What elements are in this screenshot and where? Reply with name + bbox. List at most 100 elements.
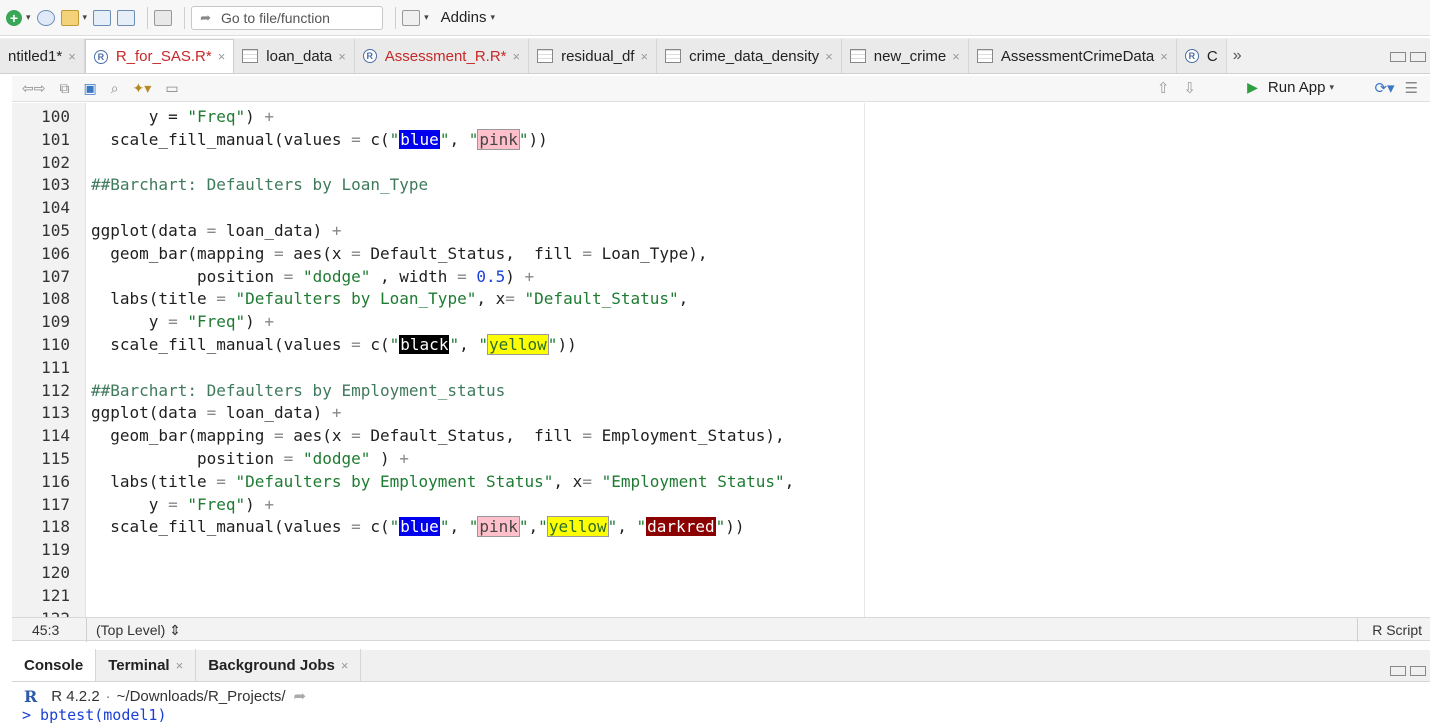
code-text: geom_bar(mapping = aes(x = Default_Statu… (91, 243, 708, 263)
new-project-button[interactable] (36, 6, 55, 30)
search-icon[interactable]: ⌕ (111, 80, 119, 97)
maximize-icon[interactable] (1410, 666, 1426, 676)
code-line[interactable]: 122 (12, 607, 864, 617)
pane-window-controls[interactable] (1390, 52, 1426, 62)
code-line[interactable]: 106 geom_bar(mapping = aes(x = Default_S… (12, 242, 864, 265)
compile-report-icon[interactable]: ▭ (165, 80, 178, 97)
addins-menu[interactable]: Addins ▾ (441, 6, 495, 30)
r-file-icon: R (93, 49, 108, 64)
chevron-down-icon: ▾ (26, 12, 31, 22)
maximize-icon[interactable] (1410, 52, 1426, 62)
close-icon[interactable]: × (218, 49, 226, 64)
close-icon[interactable]: × (640, 49, 648, 64)
close-icon[interactable]: × (176, 658, 184, 673)
code-line[interactable]: 120 (12, 561, 864, 584)
editor-tab[interactable]: AssessmentCrimeData × (968, 39, 1177, 73)
code-line[interactable]: 105 ggplot(data = loan_data) + (12, 219, 864, 242)
line-number: 102 (41, 152, 70, 172)
code-line[interactable]: 116 labs(title = "Defaulters by Employme… (12, 470, 864, 493)
file-type-selector[interactable]: R Script (1372, 622, 1422, 638)
code-line[interactable]: 118 scale_fill_manual(values = c("blue",… (12, 515, 864, 538)
code-line[interactable]: 108 labs(title = "Defaulters by Loan_Typ… (12, 287, 864, 310)
editor-tab[interactable]: R Assessment_R.R* × (354, 39, 530, 73)
table-icon (849, 49, 866, 63)
code-line[interactable]: 109 y = "Freq") + (12, 310, 864, 333)
more-tabs-icon[interactable]: » (1227, 47, 1248, 65)
line-number: 100 (41, 107, 70, 126)
save-icon[interactable]: ▣ (83, 80, 96, 97)
magic-wand-icon[interactable]: ✦▾ (133, 80, 152, 97)
separator-dot: · (105, 687, 111, 705)
run-app-button[interactable]: ▶ Run App ▾ (1247, 79, 1334, 96)
goto-file-input[interactable]: ➦ Go to file/function (191, 5, 384, 30)
code-line[interactable]: 115 position = "dodge" ) + (12, 447, 864, 470)
show-in-window-icon[interactable]: ⧉ (59, 80, 69, 97)
line-number: 103 (41, 175, 70, 195)
code-line[interactable]: 107 position = "dodge" , width = 0.5) + (12, 265, 864, 288)
code-line[interactable]: 101 scale_fill_manual(values = c("blue",… (12, 128, 864, 151)
toolbar-divider (395, 6, 397, 29)
editor-tab[interactable]: new_crime × (841, 39, 969, 73)
code-line[interactable]: 103 ##Barchart: Defaulters by Loan_Type (12, 173, 864, 196)
code-line[interactable]: 100 y = "Freq") + (12, 105, 864, 128)
close-icon[interactable]: × (513, 49, 521, 64)
code-line[interactable]: 114 geom_bar(mapping = aes(x = Default_S… (12, 424, 864, 447)
goto-directory-icon[interactable]: ➦ (294, 687, 307, 705)
console-window-controls[interactable] (1390, 666, 1426, 676)
console-tab-bar: Console Terminal × Background Jobs × (12, 649, 1430, 682)
close-icon[interactable]: × (1160, 49, 1168, 64)
line-number: 122 (12, 607, 70, 617)
minimize-icon[interactable] (1390, 52, 1406, 62)
goto-file-placeholder: Go to file/function (220, 9, 330, 26)
pane-layout-button[interactable]: ▾ (402, 6, 429, 30)
scope-selector[interactable]: (Top Level) ⇕ (96, 622, 181, 639)
console-tab-background-jobs[interactable]: Background Jobs × (196, 649, 362, 681)
code-line[interactable]: 119 (12, 538, 864, 561)
line-number: 110 (41, 335, 70, 354)
editor-tab-bar: ntitled1* × R R_for_SAS.R* × loan_data × R Asses… (0, 38, 1430, 74)
section-nav-arrows[interactable]: ⇧⇩ (1157, 79, 1210, 97)
save-button[interactable] (93, 6, 112, 30)
editor-tab-label: AssessmentCrimeData (1000, 47, 1155, 65)
publish-button[interactable]: ⟳▾ ☰ (1374, 79, 1418, 97)
code-line[interactable]: 110 scale_fill_manual(values = c("black"… (12, 333, 864, 356)
editor-tab[interactable]: RC (1176, 39, 1227, 73)
line-number: 101 (41, 129, 70, 149)
console-tab-console[interactable]: Console (12, 649, 97, 681)
status-divider (86, 618, 87, 642)
editor-tab-label: C (1206, 47, 1218, 65)
code-line[interactable]: 104 (12, 196, 864, 219)
back-forward-icon[interactable]: ⇦⇨ (22, 80, 45, 97)
code-line[interactable]: 121 (12, 584, 864, 607)
chevron-down-icon: ▾ (490, 12, 495, 22)
save-all-button[interactable] (117, 6, 136, 30)
code-line[interactable]: 117 y = "Freq") + (12, 493, 864, 516)
code-line[interactable]: 113 ggplot(data = loan_data) + (12, 401, 864, 424)
new-file-button[interactable]: + ▾ (6, 6, 31, 30)
editor-tab[interactable]: R R_for_SAS.R* × (84, 39, 235, 73)
close-icon[interactable]: × (338, 49, 346, 64)
close-icon[interactable]: × (68, 49, 76, 64)
print-button[interactable] (154, 6, 173, 30)
close-icon[interactable]: × (341, 658, 349, 673)
code-line[interactable]: 112 ##Barchart: Defaulters by Employment_… (12, 379, 864, 402)
code-line[interactable]: 102 (12, 151, 864, 174)
outline-icon[interactable]: ☰ (1405, 79, 1418, 97)
close-icon[interactable]: × (825, 49, 833, 64)
editor-tab[interactable]: crime_data_density × (657, 39, 842, 73)
console-header: R R 4.2.2 · ~/Downloads/R_Projects/ ➦ (12, 683, 1430, 709)
editor-tab[interactable]: ntitled1* × (0, 39, 85, 73)
code-text: labs(title = "Defaulters by Loan_Type", … (91, 289, 689, 309)
code-editor[interactable]: 100 y = "Freq") +101 scale_fill_manual(v… (12, 103, 865, 617)
editor-tab[interactable]: loan_data × (234, 39, 355, 73)
r-file-icon: R (1184, 49, 1199, 63)
code-line[interactable]: 111 (12, 356, 864, 379)
console-tab-terminal[interactable]: Terminal × (96, 649, 197, 681)
open-file-button[interactable]: ▾ (60, 6, 87, 30)
minimize-icon[interactable] (1390, 666, 1406, 676)
close-icon[interactable]: × (952, 49, 960, 64)
print-icon (154, 9, 173, 26)
editor-tab[interactable]: residual_df × (529, 39, 658, 73)
chevron-down-icon: ▾ (424, 12, 429, 22)
right-pane (866, 103, 1430, 617)
